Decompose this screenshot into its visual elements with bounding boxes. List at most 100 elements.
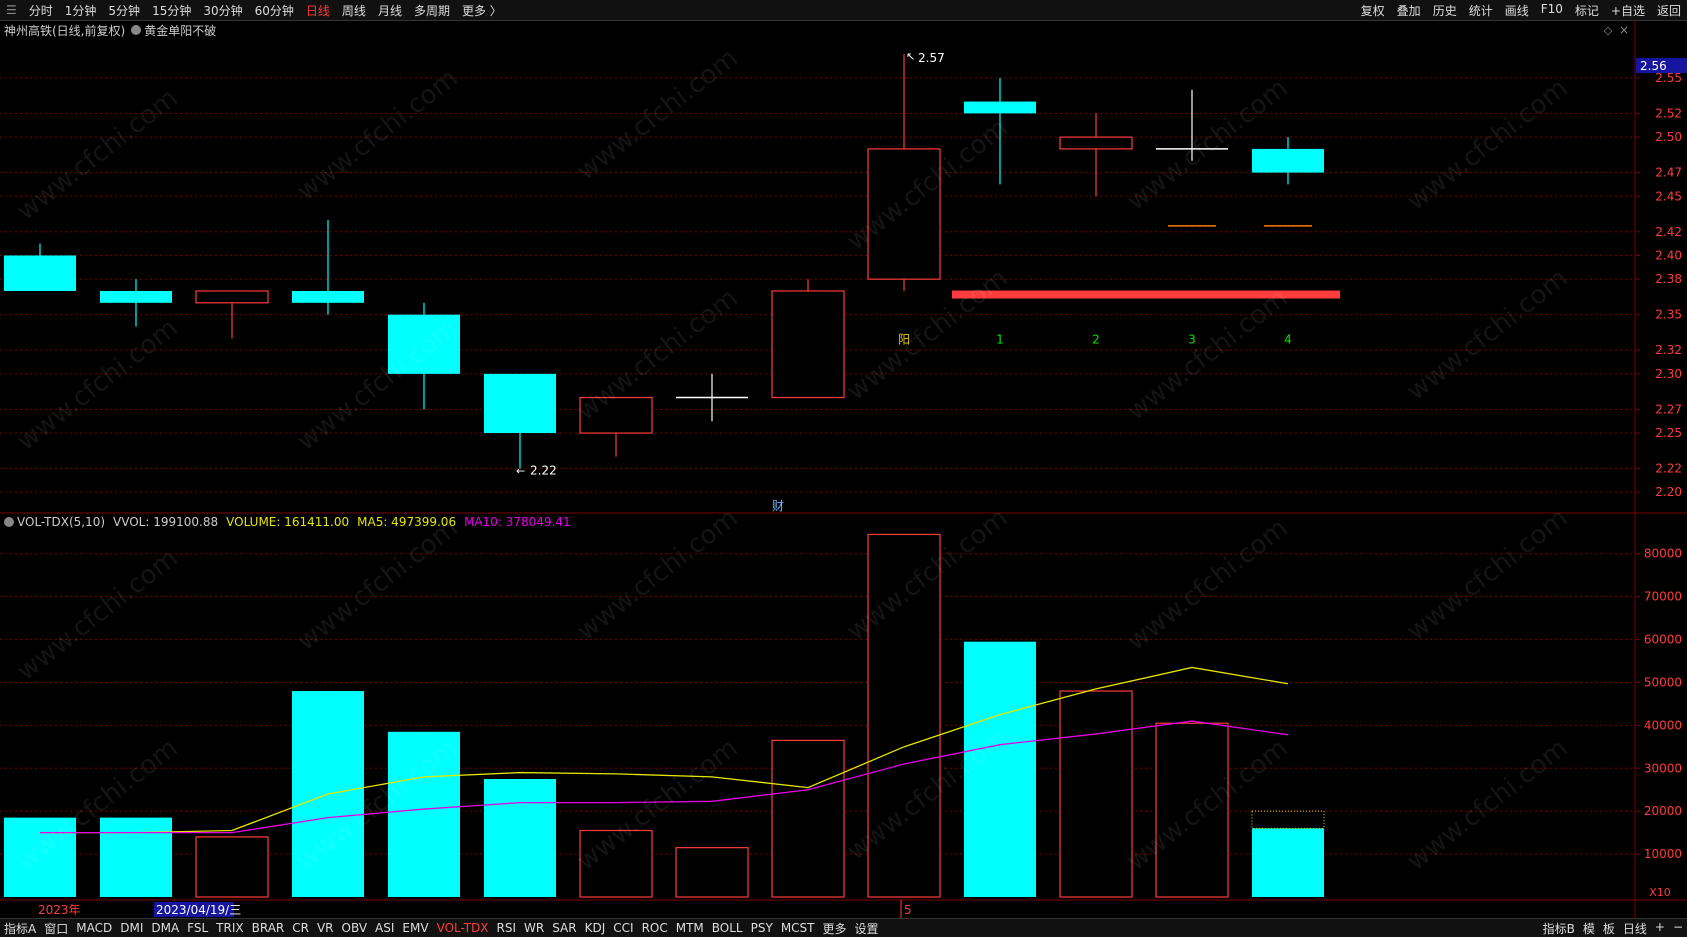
date-cursor-label: 2023/04/19/三 [156,903,241,917]
low-price-label: 2.22 [530,464,557,478]
indicator-tab-18[interactable]: CCI [609,921,637,935]
volume-tick-label: 30000 [1644,761,1682,775]
bottom-tool-1[interactable]: 模 [1579,920,1599,937]
high-price-label: 2.57 [918,51,945,65]
price-tick-label: 2.20 [1655,485,1682,499]
candle-down[interactable] [100,290,172,303]
volume-bar-down[interactable] [1252,828,1324,897]
signal-label: 1 [996,332,1004,346]
volume-tick-label: 20000 [1644,804,1682,818]
indicator-tab-21[interactable]: BOLL [708,921,747,935]
indicator-tab-3[interactable]: DMI [116,921,147,935]
volume-bar-down[interactable] [4,817,76,897]
indicator-tab-19[interactable]: ROC [638,921,672,935]
volume-bar-down[interactable] [100,817,172,897]
candle-up[interactable] [771,290,845,399]
volume-bar-up[interactable] [867,533,941,898]
date-axis-month-label: 5 [904,903,912,917]
current-price-label: 2.56 [1640,59,1667,73]
volume-bar-down[interactable] [388,731,460,897]
price-tick-label: 2.35 [1655,308,1682,322]
bottom-tool-2[interactable]: 板 [1599,920,1619,937]
indicator-tab-17[interactable]: KDJ [581,921,610,935]
date-axis-start-label: 2023年 [38,903,81,917]
candle-down[interactable] [292,290,364,303]
candle-up[interactable] [1059,136,1133,150]
indicator-tab-5[interactable]: FSL [183,921,212,935]
volume-tick-label: 40000 [1644,718,1682,732]
price-tick-label: 2.45 [1655,189,1682,203]
price-tick-label: 2.22 [1655,462,1682,476]
indicator-tab-11[interactable]: ASI [371,921,398,935]
indicator-tab-8[interactable]: CR [288,921,313,935]
price-tick-label: 2.32 [1655,343,1682,357]
volume-bar-up[interactable] [195,836,269,898]
price-tick-label: 2.52 [1655,106,1682,120]
candle-down[interactable] [4,255,76,291]
indicator-tab-12[interactable]: EMV [398,921,432,935]
candle-down[interactable] [1252,148,1324,173]
bottom-tool-4[interactable]: + [1651,920,1669,937]
price-tick-label: 2.38 [1655,272,1682,286]
bottom-right-tools: 指标B 模板日线 + − [1539,920,1687,937]
signal-label: 2 [1092,332,1100,346]
bottom-indicator-bar: 指标A 窗口 MACD DMI DMA FSL TRIX BRAR CR VR OBV ASI EMV V… [0,918,1687,937]
indicator-tab-9[interactable]: VR [313,921,338,935]
volume-tick-label: 60000 [1644,633,1682,647]
volume-tick-label: 50000 [1644,675,1682,689]
indicator-tab-0[interactable]: 指标A [0,920,40,937]
indicator-tab-10[interactable]: OBV [338,921,372,935]
price-tick-label: 2.27 [1655,402,1682,416]
volume-bar-up[interactable] [771,739,845,898]
indicator-tab-4[interactable]: DMA [147,921,183,935]
volume-unit-label: X10 [1649,886,1671,899]
bottom-tool-0[interactable]: 指标B [1539,920,1579,937]
signal-label: 3 [1188,332,1196,346]
low-arrow-icon: ← [516,465,525,478]
volume-bar-up[interactable] [579,829,653,898]
signal-label: 阳 [898,332,910,346]
indicator-tab-16[interactable]: SAR [548,921,580,935]
volume-bar-down[interactable] [964,641,1036,897]
high-arrow-icon: ↖ [906,50,915,63]
price-tick-label: 2.25 [1655,426,1682,440]
indicator-tab-24[interactable]: 更多 [819,920,851,937]
volume-tick-label: 80000 [1644,547,1682,561]
volume-forecast-box [1251,810,1325,829]
candle-down[interactable] [388,314,460,374]
indicator-tab-25[interactable]: 设置 [851,920,883,937]
volume-bar-up[interactable] [675,847,749,898]
volume-tick-label: 10000 [1644,847,1682,861]
bottom-tool-5[interactable]: − [1669,920,1687,937]
candle-down[interactable] [964,101,1036,114]
indicator-tab-6[interactable]: TRIX [212,921,247,935]
close-pane-icon: × [1619,23,1629,37]
indicator-tab-14[interactable]: RSI [493,921,521,935]
indicator-tab-7[interactable]: BRAR [248,921,289,935]
volume-bar-up[interactable] [1059,690,1133,898]
signal-band [952,290,1340,299]
price-tick-label: 2.30 [1655,367,1682,381]
indicator-tab-22[interactable]: PSY [747,921,777,935]
indicator-tab-23[interactable]: MCST [777,921,819,935]
price-tick-label: 2.42 [1655,225,1682,239]
candle-down[interactable] [484,373,556,434]
diamond-icon: ◇ [1604,24,1613,37]
finance-marker: 财 [772,499,784,513]
volume-bar-down[interactable] [484,779,556,897]
kline-chart[interactable]: 2.552.522.502.472.452.422.402.382.352.32… [0,0,1687,918]
price-tick-label: 2.50 [1655,130,1682,144]
candle-up[interactable] [867,148,941,280]
candle-up[interactable] [195,290,269,304]
indicator-tab-1[interactable]: 窗口 [40,920,72,937]
indicator-tab-13[interactable]: VOL-TDX [433,921,493,935]
indicator-tab-2[interactable]: MACD [72,921,116,935]
signal-label: 4 [1284,332,1292,346]
volume-tick-label: 70000 [1644,590,1682,604]
indicator-tab-15[interactable]: WR [520,921,548,935]
indicator-tab-20[interactable]: MTM [672,921,708,935]
price-tick-label: 2.40 [1655,248,1682,262]
candle-up[interactable] [579,396,653,434]
bottom-tool-3[interactable]: 日线 [1619,920,1651,937]
volume-bar-up[interactable] [1155,722,1229,898]
